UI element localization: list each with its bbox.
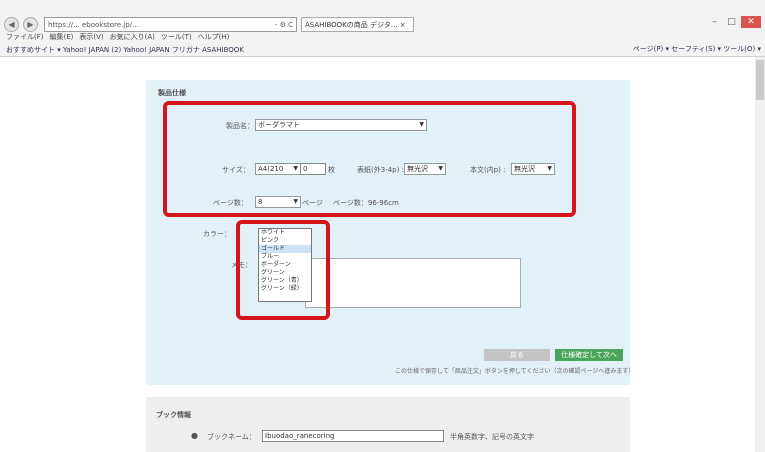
book-info-panel xyxy=(146,397,630,452)
menu-view[interactable]: 表示(V) xyxy=(79,32,103,42)
browser-chrome: ◀ ▶ https://... ebookstore.jp/... - ⚙ C … xyxy=(0,0,765,57)
address-extra: - ⚙ C xyxy=(274,20,293,29)
back-button[interactable]: 戻る xyxy=(484,349,550,361)
footer-note: この仕様で保存して「商品注文」ボタンを押してください（次の確認ページへ進みます） xyxy=(395,368,635,375)
url-text: https://... ebookstore.jp/... xyxy=(48,20,139,29)
tab-title: ASAHIBOOKの商品 デジタ... × xyxy=(305,20,406,29)
highlight-frame-color xyxy=(236,220,330,320)
maximize-icon[interactable]: □ xyxy=(724,16,739,28)
book-name-input[interactable]: Ibuodao_ranecoring xyxy=(262,430,444,442)
menu-bar: ファイル(F) 編集(E) 表示(V) お気に入り(A) ツール(T) ヘルプ(… xyxy=(0,30,765,43)
window-controls: – □ ✕ xyxy=(707,16,761,28)
menu-favorites[interactable]: お気に入り(A) xyxy=(110,32,155,42)
color-label: カラー： xyxy=(203,230,231,238)
book-info-title: ブック情報 xyxy=(156,411,191,419)
section-title: 製品仕様 xyxy=(158,89,186,97)
scrollbar[interactable] xyxy=(755,57,765,452)
close-icon[interactable]: ✕ xyxy=(741,16,761,28)
menu-tools[interactable]: ツール(T) xyxy=(161,32,192,42)
scrollbar-thumb[interactable] xyxy=(756,60,764,100)
memo-textarea[interactable] xyxy=(305,258,521,308)
confirm-next-button[interactable]: 仕様確定して次へ xyxy=(555,349,623,361)
command-bar[interactable]: ページ(P) ▾ セーフティ(S) ▾ ツール(O) ▾ xyxy=(633,44,761,54)
menu-edit[interactable]: 編集(E) xyxy=(50,32,74,42)
book-name-note: 半角英数字、記号の英文字 xyxy=(450,433,534,441)
book-name-value: Ibuodao_ranecoring xyxy=(265,432,335,440)
minimize-icon[interactable]: – xyxy=(707,16,722,28)
menu-file[interactable]: ファイル(F) xyxy=(6,32,44,42)
book-name-label: ブックネーム： xyxy=(207,433,256,441)
favorites-links[interactable]: おすすめサイト ▾ Yahoo! JAPAN (2) Yahoo! JAPAN … xyxy=(6,45,244,55)
bullet-icon: ● xyxy=(191,431,198,440)
highlight-frame-specs xyxy=(163,101,576,217)
menu-help[interactable]: ヘルプ(H) xyxy=(198,32,230,42)
favorites-bar: おすすめサイト ▾ Yahoo! JAPAN (2) Yahoo! JAPAN … xyxy=(0,44,765,56)
